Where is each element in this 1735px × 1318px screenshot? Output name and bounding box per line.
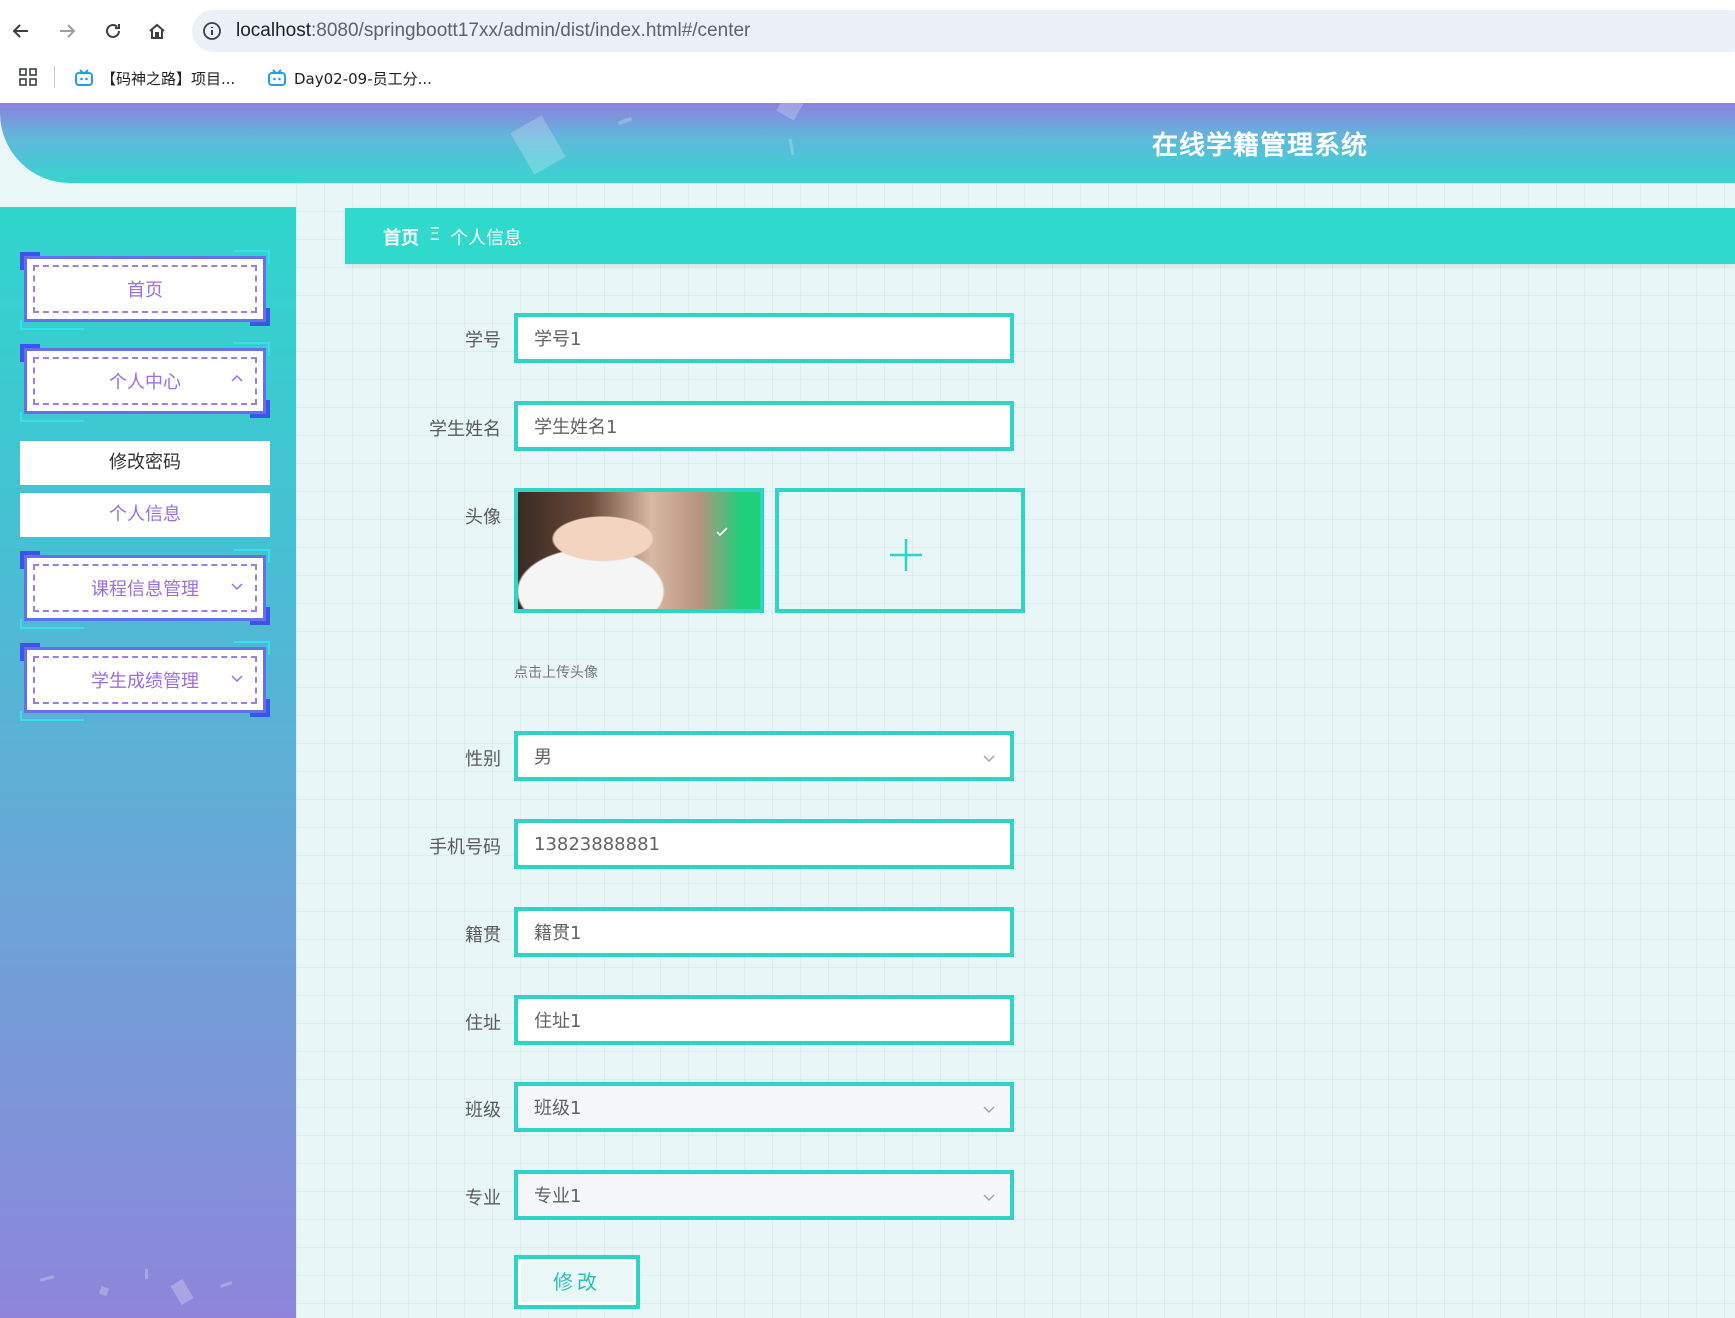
address-input[interactable]: 住址1 bbox=[514, 995, 1014, 1045]
browser-toolbar: localhost:8080/springboott17xx/admin/dis… bbox=[0, 0, 1735, 103]
apps-icon[interactable] bbox=[18, 67, 38, 87]
student-no-label: 学号 bbox=[465, 330, 501, 351]
gender-value: 男 bbox=[534, 747, 552, 768]
sidebar-decoration bbox=[98, 1285, 110, 1297]
avatar-label: 头像 bbox=[465, 507, 501, 528]
major-select[interactable]: 专业1 bbox=[514, 1170, 1014, 1220]
gender-select[interactable]: 男 bbox=[514, 731, 1014, 781]
sidebar-decoration bbox=[170, 1278, 194, 1306]
chevron-down-icon bbox=[231, 675, 243, 683]
class-label: 班级 bbox=[465, 1100, 501, 1121]
sidebar-item-label: 首页 bbox=[127, 280, 163, 301]
sidebar-item-course-management[interactable]: 课程信息管理 bbox=[20, 549, 270, 629]
avatar-preview[interactable] bbox=[514, 488, 764, 613]
phone-input[interactable]: 13823888881 bbox=[514, 819, 1014, 869]
bookmark-label: Day02-09-员工分... bbox=[294, 69, 432, 88]
bookmark-item[interactable]: Day02-09-员工分... bbox=[267, 65, 432, 91]
native-place-label: 籍贯 bbox=[465, 925, 501, 946]
class-value: 班级1 bbox=[534, 1098, 582, 1119]
sidebar-item-home[interactable]: 首页 bbox=[20, 250, 270, 330]
avatar-image bbox=[518, 492, 760, 609]
back-icon bbox=[12, 24, 28, 38]
bookmark-label: 【码神之路】项目... bbox=[101, 69, 236, 88]
chevron-down-icon bbox=[231, 583, 243, 591]
student-name-input[interactable]: 学生姓名1 bbox=[514, 401, 1014, 451]
bilibili-icon bbox=[268, 69, 286, 86]
reload-button[interactable] bbox=[98, 16, 128, 46]
bookmarks-bar: 【码神之路】项目... Day02-09-员工分... bbox=[0, 62, 1735, 94]
major-label: 专业 bbox=[465, 1188, 501, 1209]
student-no-input[interactable]: 学号1 bbox=[514, 313, 1014, 363]
native-place-input[interactable]: 籍贯1 bbox=[514, 907, 1014, 957]
chevron-down-icon bbox=[983, 1106, 995, 1114]
address-label: 住址 bbox=[465, 1013, 501, 1034]
avatar-upload-button[interactable] bbox=[775, 488, 1025, 613]
app-title: 在线学籍管理系统 bbox=[1152, 131, 1369, 161]
app-header: 在线学籍管理系统 bbox=[0, 103, 1735, 183]
home-icon bbox=[149, 23, 165, 39]
sidebar-subitem-change-password[interactable]: 修改密码 bbox=[20, 441, 270, 485]
header-decoration bbox=[788, 138, 795, 156]
sidebar-decoration bbox=[219, 1281, 233, 1288]
content-background bbox=[296, 183, 1735, 1318]
bookmark-item[interactable]: 【码神之路】项目... bbox=[74, 65, 235, 91]
bilibili-icon bbox=[75, 69, 93, 86]
chevron-down-icon bbox=[983, 1194, 995, 1202]
plus-icon bbox=[890, 539, 922, 571]
header-decoration bbox=[776, 103, 804, 121]
student-name-label: 学生姓名 bbox=[429, 419, 501, 440]
home-button[interactable] bbox=[142, 16, 172, 46]
breadcrumb-current: 个人信息 bbox=[450, 228, 522, 249]
check-icon bbox=[716, 527, 728, 537]
upload-tip: 点击上传头像 bbox=[514, 665, 598, 681]
bookmarks-separator bbox=[54, 66, 55, 88]
sidebar-item-personal-center[interactable]: 个人中心 bbox=[20, 342, 270, 422]
address-bar[interactable]: localhost:8080/springboott17xx/admin/dis… bbox=[192, 10, 1735, 52]
submit-button[interactable]: 修改 bbox=[514, 1255, 640, 1309]
header-decoration bbox=[510, 115, 566, 175]
sidebar-subitem-personal-info[interactable]: 个人信息 bbox=[20, 493, 270, 537]
sidebar-decoration bbox=[145, 1269, 148, 1279]
url-path: :8080/springboott17xx/admin/dist/index.h… bbox=[311, 20, 751, 41]
chevron-down-icon bbox=[983, 755, 995, 763]
info-icon[interactable] bbox=[202, 21, 222, 41]
breadcrumb-separator: Ξ bbox=[429, 224, 441, 245]
gender-label: 性别 bbox=[465, 749, 501, 770]
reload-icon bbox=[106, 23, 120, 38]
header-decoration bbox=[617, 116, 633, 126]
forward-button[interactable] bbox=[52, 16, 82, 46]
breadcrumb-home[interactable]: 首页 bbox=[383, 224, 419, 250]
url-host: localhost bbox=[236, 20, 311, 41]
sidebar-item-grade-management[interactable]: 学生成绩管理 bbox=[20, 641, 270, 721]
url-text: localhost:8080/springboott17xx/admin/dis… bbox=[236, 20, 750, 42]
sidebar-decoration bbox=[39, 1275, 55, 1282]
breadcrumb: 首页 Ξ 个人信息 bbox=[345, 208, 1735, 264]
chevron-up-icon bbox=[231, 374, 243, 382]
class-select[interactable]: 班级1 bbox=[514, 1082, 1014, 1132]
forward-icon bbox=[60, 24, 76, 38]
back-button[interactable] bbox=[6, 16, 36, 46]
major-value: 专业1 bbox=[534, 1186, 582, 1207]
phone-label: 手机号码 bbox=[429, 837, 501, 858]
